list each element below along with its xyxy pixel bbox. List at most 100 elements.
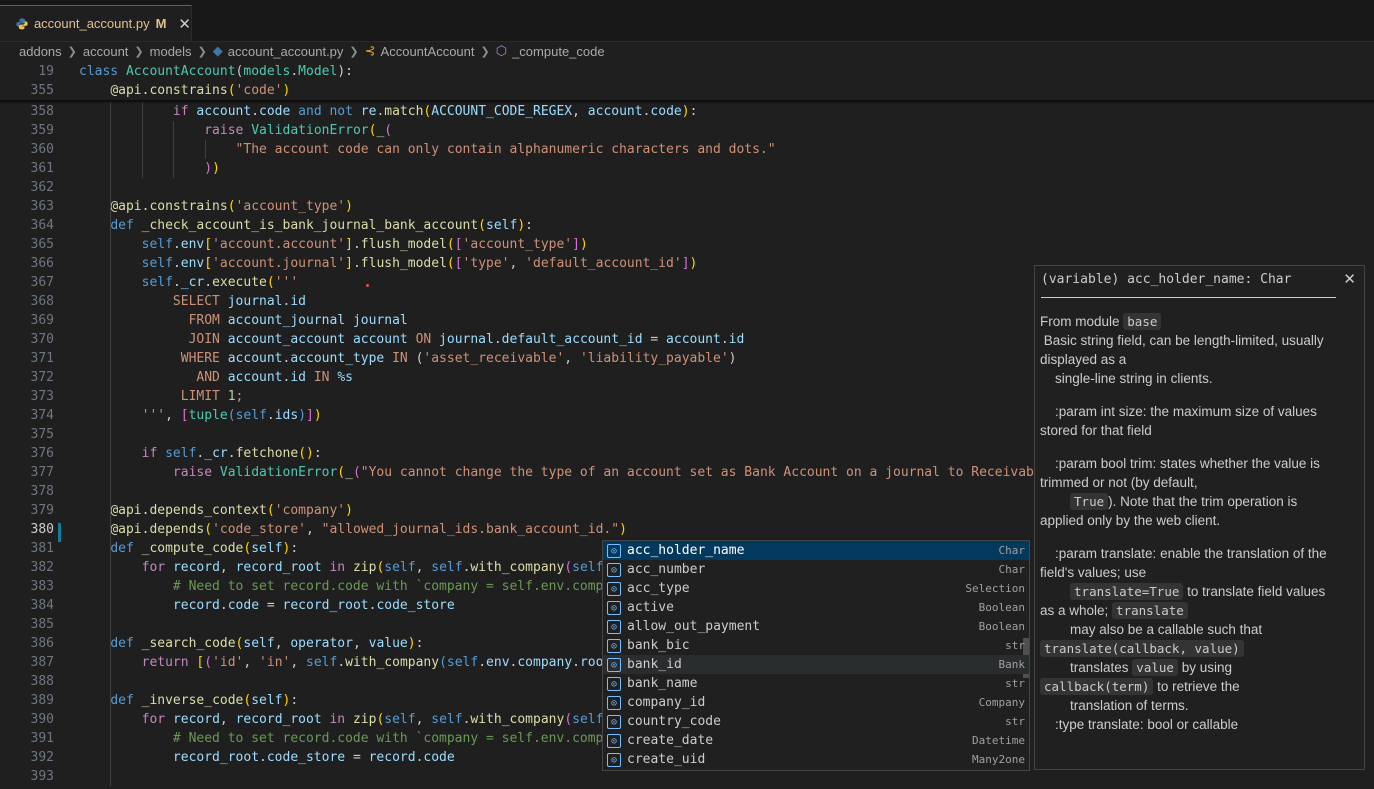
breadcrumb-item-file[interactable]: account_account.py bbox=[228, 44, 344, 59]
code-token: ids bbox=[274, 408, 299, 423]
code-token: ) bbox=[407, 636, 416, 651]
suggest-label: create_uid bbox=[627, 752, 706, 767]
code-token: company bbox=[517, 655, 573, 670]
suggest-item[interactable]: ⊙ acc_type Selection bbox=[603, 579, 1029, 598]
code-token: self bbox=[235, 408, 267, 423]
suggest-item[interactable]: ⊙ country_code str bbox=[603, 712, 1029, 731]
suggest-item[interactable]: ⊙ allow_out_payment Boolean bbox=[603, 617, 1029, 636]
line-number: 388 bbox=[30, 674, 54, 689]
suggest-label: bank_name bbox=[627, 676, 698, 691]
field-icon: ⊙ bbox=[607, 638, 621, 653]
breadcrumb-item-method[interactable]: _compute_code bbox=[512, 44, 605, 59]
code-line[interactable]: 360 "The account code can only contain a… bbox=[0, 140, 1374, 159]
code-token: ACCOUNT_CODE_REGEX bbox=[431, 104, 573, 119]
field-icon: ⊙ bbox=[607, 581, 621, 596]
code-token: raise bbox=[172, 465, 220, 480]
breadcrumb-item-models[interactable]: models bbox=[150, 44, 192, 59]
suggest-label: create_date bbox=[627, 733, 714, 748]
line-number: 358 bbox=[30, 104, 54, 119]
code-token: # Need to set record.code with `company … bbox=[172, 731, 612, 746]
sticky-scroll-line[interactable]: 355 @api.constrains('code') bbox=[0, 81, 1374, 100]
code-token: env bbox=[486, 655, 510, 670]
code-token: . bbox=[204, 275, 213, 290]
sticky-scroll-line[interactable]: 19 class AccountAccount(models.Model): bbox=[0, 62, 1374, 81]
code-token: self bbox=[165, 446, 197, 461]
breadcrumb-item-addons[interactable]: addons bbox=[19, 44, 62, 59]
tab-account-account-py[interactable]: account_account.py M ✕ bbox=[0, 5, 192, 41]
code-token: 1 bbox=[227, 389, 236, 404]
suggest-item[interactable]: ⊙ acc_holder_name Char bbox=[603, 541, 1029, 560]
code-token: : bbox=[290, 541, 299, 556]
code-token: . bbox=[266, 408, 275, 423]
code-token: . bbox=[478, 655, 487, 670]
divider bbox=[1041, 297, 1336, 298]
code-token: ValidationError bbox=[251, 123, 369, 138]
code-token: JOIN bbox=[188, 332, 228, 347]
suggest-item[interactable]: ⊙ bank_bic str bbox=[603, 636, 1029, 655]
code-token: for bbox=[141, 560, 173, 575]
code-token: = bbox=[650, 332, 667, 347]
line-number: 374 bbox=[30, 408, 54, 423]
code-token: self bbox=[141, 256, 173, 271]
code-token: 'id' bbox=[212, 655, 244, 670]
code-line[interactable]: 364 def _check_account_is_bank_journal_b… bbox=[0, 216, 1374, 235]
field-icon: ⊙ bbox=[607, 600, 621, 615]
code-token: 'company' bbox=[274, 503, 346, 518]
line-number: 19 bbox=[38, 64, 54, 79]
code-token: code bbox=[259, 104, 299, 119]
code-token: self bbox=[251, 541, 283, 556]
code-line[interactable]: 362 bbox=[0, 178, 1374, 197]
python-file-icon bbox=[16, 18, 28, 29]
close-icon[interactable]: ✕ bbox=[1343, 270, 1356, 288]
code-line[interactable]: 361 )) bbox=[0, 159, 1374, 178]
code-token: ) bbox=[728, 351, 737, 366]
suggest-item[interactable]: ⊙ create_uid Many2one bbox=[603, 750, 1029, 769]
line-number: 375 bbox=[30, 427, 54, 442]
suggest-type: str bbox=[1005, 677, 1025, 690]
code-line[interactable]: 363 @api.constrains('account_type') bbox=[0, 197, 1374, 216]
suggest-label: bank_bic bbox=[627, 638, 690, 653]
code-token: ''' bbox=[274, 275, 299, 290]
suggest-item[interactable]: ⊙ bank_id Bank bbox=[603, 655, 1029, 674]
code-line[interactable]: 359 raise ValidationError(_( bbox=[0, 121, 1374, 140]
code-token: with_company bbox=[470, 560, 565, 575]
line-number: 379 bbox=[30, 503, 54, 518]
close-icon[interactable]: ✕ bbox=[178, 15, 191, 33]
code-token: operator bbox=[290, 636, 353, 651]
code-line[interactable]: 365 self.env['account.account'].flush_mo… bbox=[0, 235, 1374, 254]
suggest-item[interactable]: ⊙ active Boolean bbox=[603, 598, 1029, 617]
breadcrumb-item-account[interactable]: account bbox=[83, 44, 129, 59]
breadcrumb-item-class[interactable]: AccountAccount bbox=[381, 44, 475, 59]
line-number: 380 bbox=[30, 522, 54, 537]
suggest-item[interactable]: ⊙ company_id Company bbox=[603, 693, 1029, 712]
autocomplete-suggest-widget[interactable]: ⊙ acc_holder_name Char ⊙ acc_number Char ⊙ acc_… bbox=[602, 540, 1030, 771]
suggest-item[interactable]: ⊙ create_date Datetime bbox=[603, 731, 1029, 750]
code-text: raise ValidationError(_( bbox=[79, 121, 392, 140]
code-token: self bbox=[431, 712, 463, 727]
code-token: def bbox=[110, 636, 142, 651]
code-text: raise ValidationError(_("You cannot chan… bbox=[79, 463, 1050, 482]
code-token: ) bbox=[689, 256, 698, 271]
modified-indicator: M bbox=[155, 16, 167, 31]
code-text: class AccountAccount(models.Model): bbox=[79, 62, 353, 81]
code-token: ] bbox=[681, 256, 690, 271]
code-text: @api.constrains('account_type') bbox=[79, 197, 353, 216]
line-number: 389 bbox=[30, 693, 54, 708]
suggest-item[interactable]: ⊙ acc_number Char bbox=[603, 560, 1029, 579]
chevron-right-icon: ❯ bbox=[197, 45, 207, 58]
hover-signature: (variable) acc_holder_name: Char bbox=[1041, 272, 1292, 287]
code-token: [ bbox=[454, 237, 463, 252]
code-line[interactable]: 358 if account.code and not re.match(ACC… bbox=[0, 102, 1374, 121]
code-token: IN bbox=[392, 351, 416, 366]
suggest-type: Many2one bbox=[972, 753, 1025, 766]
indent-guide bbox=[141, 102, 143, 178]
suggest-item[interactable]: ⊙ bank_name str bbox=[603, 674, 1029, 693]
code-token: account bbox=[227, 351, 283, 366]
line-number: 370 bbox=[30, 332, 54, 347]
chevron-right-icon: ❯ bbox=[67, 45, 77, 58]
